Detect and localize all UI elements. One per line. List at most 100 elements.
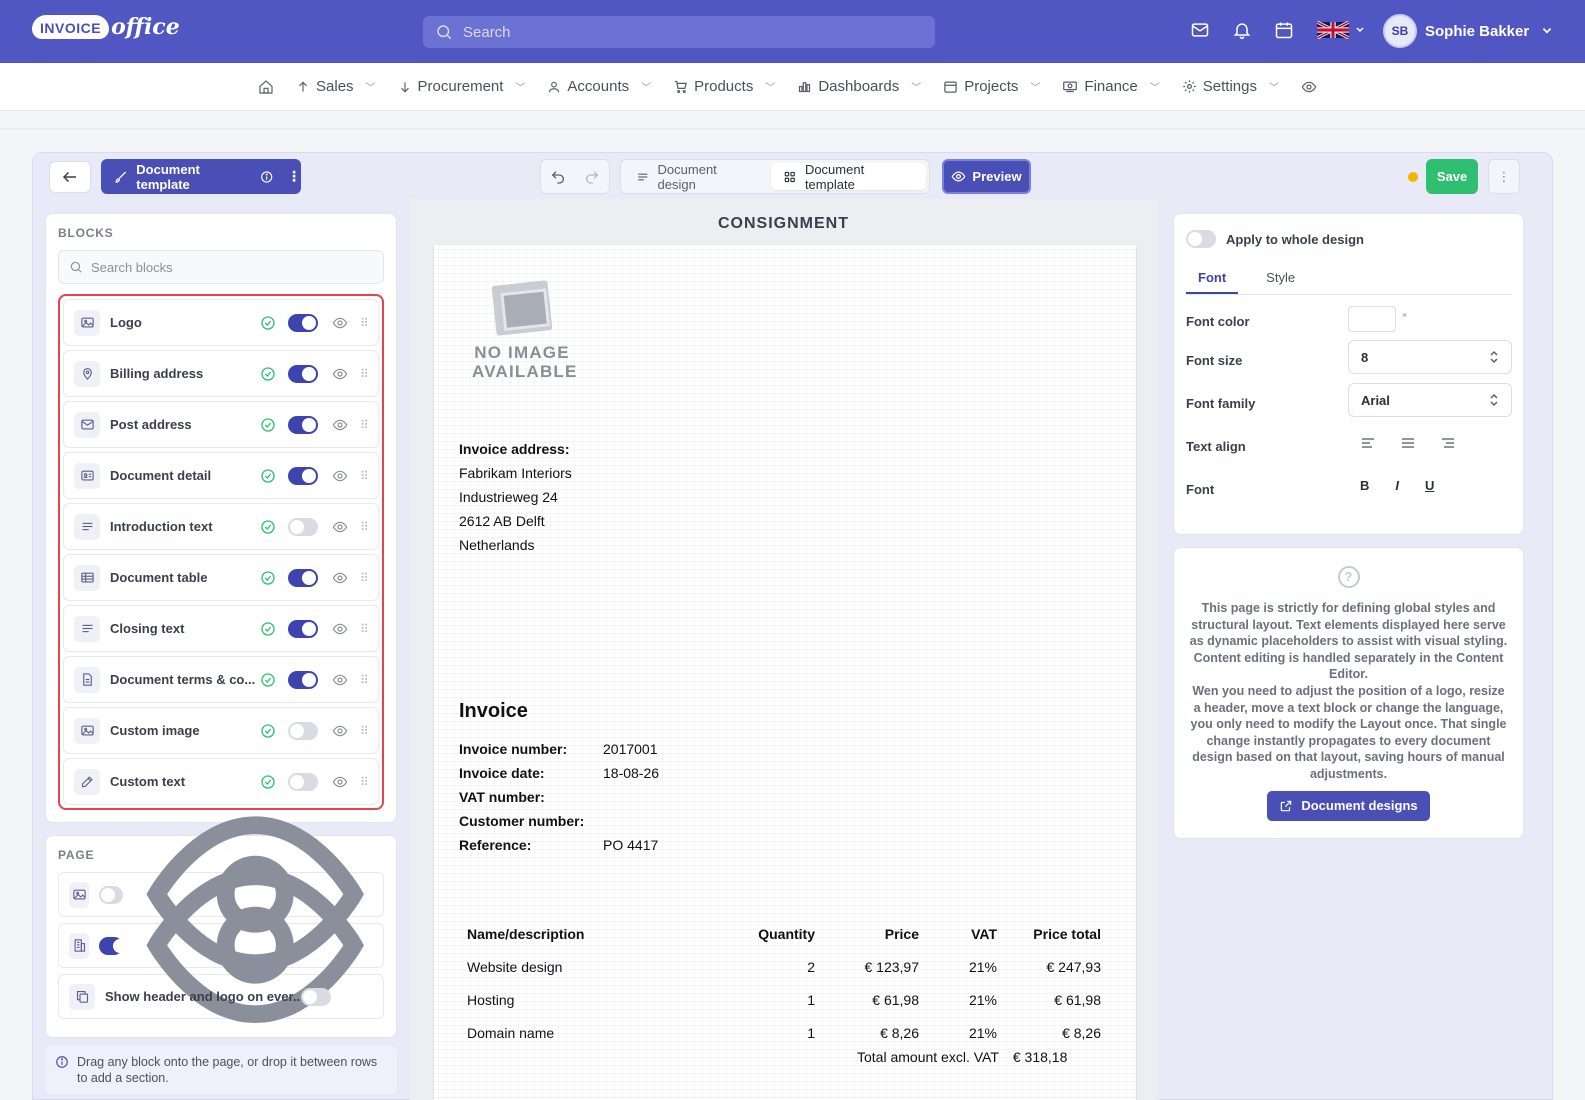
- block-visibility-toggle[interactable]: [288, 721, 318, 740]
- italic-button[interactable]: I: [1395, 478, 1399, 493]
- undo-icon[interactable]: [550, 169, 566, 185]
- page-setting-toggle[interactable]: [301, 987, 331, 1006]
- eye-icon[interactable]: [332, 723, 348, 739]
- block-visibility-toggle[interactable]: [288, 364, 318, 383]
- save-button[interactable]: Save: [1426, 159, 1478, 194]
- eye-icon[interactable]: [332, 315, 348, 331]
- drag-handle-icon[interactable]: ⠿: [360, 316, 369, 330]
- eye-icon: [951, 171, 966, 182]
- block-visibility-toggle[interactable]: [288, 466, 318, 485]
- nav-products[interactable]: Products ﹀: [673, 78, 775, 95]
- block-visibility-toggle[interactable]: [288, 568, 318, 587]
- block-visibility-toggle[interactable]: [288, 415, 318, 434]
- document-designs-button[interactable]: Document designs: [1267, 790, 1430, 822]
- drag-handle-icon[interactable]: ⠿: [360, 520, 369, 534]
- align-right-icon[interactable]: [1440, 436, 1456, 450]
- block-item[interactable]: Billing address ⠿: [63, 350, 379, 397]
- nav-sales[interactable]: Sales ﹀: [296, 78, 376, 95]
- user-menu[interactable]: SB Sophie Bakker: [1383, 14, 1553, 48]
- font-color-picker[interactable]: [1348, 306, 1396, 332]
- page-setting-toggle[interactable]: [99, 885, 123, 904]
- detail-row: VAT number:: [459, 785, 659, 809]
- eye-icon[interactable]: [332, 519, 348, 535]
- drag-handle-icon[interactable]: ⠿: [360, 367, 369, 381]
- address-line: Industrieweg 24: [459, 489, 558, 505]
- document-table[interactable]: Name/description Quantity Price VAT Price to…: [467, 917, 1103, 1049]
- block-item[interactable]: Document detail ⠿: [63, 452, 379, 499]
- block-item[interactable]: Closing text ⠿: [63, 605, 379, 652]
- nav-dashboards[interactable]: Dashboards ﹀: [797, 78, 921, 95]
- clear-color-icon[interactable]: ×: [1402, 310, 1407, 320]
- apply-whole-design-toggle[interactable]: [1186, 230, 1216, 248]
- language-selector[interactable]: [1316, 20, 1366, 40]
- drag-handle-icon[interactable]: ⠿: [360, 418, 369, 432]
- block-item[interactable]: Document table ⠿: [63, 554, 379, 601]
- nav-accounts[interactable]: Accounts ﹀: [547, 78, 651, 95]
- block-visibility-toggle[interactable]: [288, 772, 318, 791]
- tab-style[interactable]: Style: [1266, 270, 1295, 294]
- eye-icon[interactable]: [332, 621, 348, 637]
- app-logo[interactable]: INVOICE office: [32, 14, 180, 40]
- redo-icon[interactable]: [584, 169, 600, 185]
- document-detail-block[interactable]: Invoice number: 2017001 Invoice date: 18-08…: [459, 737, 659, 857]
- font-size-select[interactable]: 8: [1348, 340, 1512, 374]
- drag-handle-icon[interactable]: ⠿: [360, 673, 369, 687]
- preview-button[interactable]: Preview: [942, 159, 1031, 194]
- block-item[interactable]: Document terms & co... ⠿: [63, 656, 379, 703]
- invoice-heading[interactable]: Invoice: [459, 700, 528, 723]
- page-setting-icon-wrap: [69, 983, 95, 1010]
- nav-settings[interactable]: Settings ﹀: [1182, 78, 1279, 95]
- block-visibility-toggle[interactable]: [288, 313, 318, 332]
- eye-icon[interactable]: [332, 570, 348, 586]
- back-button[interactable]: [49, 161, 91, 193]
- underline-button[interactable]: U: [1425, 478, 1434, 493]
- bold-button[interactable]: B: [1360, 478, 1369, 493]
- document-page[interactable]: NO IMAGE AVAILABLE Invoice address: Fabr…: [434, 245, 1136, 1100]
- more-options-button[interactable]: ⋮: [1488, 159, 1520, 194]
- kebab-menu-icon[interactable]: ⋮: [287, 168, 301, 185]
- align-center-icon[interactable]: [1400, 436, 1416, 450]
- document-template-menu[interactable]: Document template ⋮: [101, 159, 301, 194]
- drag-handle-icon[interactable]: ⠿: [360, 622, 369, 636]
- font-family-select[interactable]: Arial: [1348, 383, 1512, 417]
- nav-projects[interactable]: Projects ﹀: [943, 78, 1040, 95]
- mail-icon[interactable]: [1190, 20, 1210, 40]
- drag-handle-icon[interactable]: ⠿: [360, 469, 369, 483]
- block-item[interactable]: Introduction text ⠿: [63, 503, 379, 550]
- search-blocks-input[interactable]: Search blocks: [58, 250, 384, 284]
- table-cell: € 61,98: [872, 991, 919, 1008]
- logo-placeholder[interactable]: NO IMAGE AVAILABLE: [472, 280, 576, 381]
- nav-procurement[interactable]: Procurement ﹀: [398, 78, 525, 95]
- bell-icon[interactable]: [1232, 20, 1252, 40]
- detail-key: VAT number:: [459, 789, 545, 805]
- drag-handle-icon[interactable]: ⠿: [360, 724, 369, 738]
- block-item[interactable]: Custom image ⠿: [63, 707, 379, 754]
- block-visibility-toggle[interactable]: [288, 670, 318, 689]
- eye-icon[interactable]: [137, 827, 373, 1063]
- block-item[interactable]: Logo ⠿: [63, 299, 379, 346]
- align-left-icon[interactable]: [1360, 436, 1376, 450]
- tab-document-design[interactable]: Document design: [624, 162, 767, 192]
- edit-icon: [81, 776, 93, 788]
- divider: [0, 128, 1585, 130]
- global-search-input[interactable]: Search: [423, 16, 935, 48]
- eye-icon[interactable]: [332, 468, 348, 484]
- nav-visibility[interactable]: [1301, 79, 1317, 95]
- info-icon[interactable]: [260, 170, 273, 184]
- detail-key: Reference:: [459, 837, 532, 853]
- block-visibility-toggle[interactable]: [288, 619, 318, 638]
- page-setting-item[interactable]: Company details: [58, 867, 384, 1024]
- tab-font[interactable]: Font: [1186, 270, 1239, 294]
- block-item[interactable]: Post address ⠿: [63, 401, 379, 448]
- calendar-icon[interactable]: [1274, 20, 1294, 40]
- eye-icon[interactable]: [332, 672, 348, 688]
- nav-finance[interactable]: Finance ﹀: [1062, 78, 1160, 95]
- block-visibility-toggle[interactable]: [288, 517, 318, 536]
- nav-home[interactable]: [258, 79, 274, 95]
- invoice-address-block[interactable]: Invoice address: Fabrikam Interiors Indu…: [459, 437, 572, 557]
- page-setting-toggle[interactable]: [99, 936, 128, 955]
- tab-document-template[interactable]: Document template: [771, 162, 926, 192]
- eye-icon[interactable]: [332, 417, 348, 433]
- drag-handle-icon[interactable]: ⠿: [360, 571, 369, 585]
- eye-icon[interactable]: [332, 366, 348, 382]
